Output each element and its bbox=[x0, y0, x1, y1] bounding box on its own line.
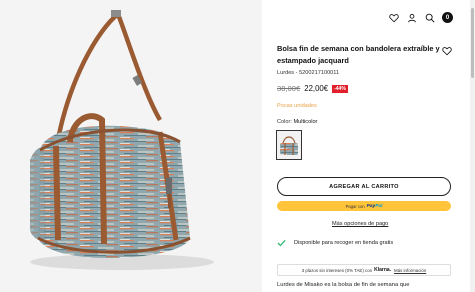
product-image-bag bbox=[30, 10, 214, 270]
product-image-pane[interactable] bbox=[0, 0, 262, 292]
price-row: 38,00€ 22,00€ -44% bbox=[277, 84, 348, 93]
paypal-logo-pay: Pay bbox=[366, 203, 376, 209]
color-label: Color: Multicolor bbox=[277, 119, 317, 125]
paypal-logo-pal: Pal bbox=[375, 203, 383, 209]
header-icons: 0 bbox=[388, 12, 453, 23]
add-to-cart-button[interactable]: AGREGAR AL CARRITO bbox=[277, 177, 451, 196]
color-label-text: Color: bbox=[277, 119, 292, 125]
product-reference: Lurdes - 5200217100011 bbox=[277, 70, 340, 76]
klarna-installments-box: 3 plazos sin intereses (0% TAE) con Klar… bbox=[277, 264, 451, 276]
wishlist-icon[interactable] bbox=[388, 12, 399, 23]
pickup-text: Disponible para recoger en tienda gratis bbox=[294, 240, 394, 246]
store-pickup-row: Disponible para recoger en tienda gratis bbox=[277, 239, 393, 247]
discount-badge: -44% bbox=[332, 84, 348, 93]
cart-count: 0 bbox=[445, 14, 450, 21]
check-icon bbox=[277, 239, 286, 247]
more-payment-options-link[interactable]: Más opciones de pago bbox=[332, 221, 388, 227]
klarna-text: 3 plazos sin intereses (0% TAE) con bbox=[301, 267, 373, 273]
klarna-info-link[interactable]: Más información bbox=[394, 268, 426, 273]
color-swatch-multicolor[interactable] bbox=[276, 130, 302, 160]
old-price: 38,00€ bbox=[277, 84, 301, 93]
product-title: Bolsa fin de semana con bandolera extraí… bbox=[277, 44, 440, 65]
paypal-button[interactable]: Pagar con PayPal bbox=[277, 201, 451, 211]
swatch-bag-thumbnail bbox=[280, 136, 298, 155]
paypal-prefix: Pagar con bbox=[345, 203, 365, 209]
scrollbar[interactable] bbox=[470, 0, 475, 292]
stock-status: Pocas unidades bbox=[277, 103, 317, 109]
paypal-logo: PayPal bbox=[367, 204, 383, 209]
product-info-pane: 0 Bolsa fin de semana con bandolera extr… bbox=[262, 0, 475, 292]
user-icon[interactable] bbox=[406, 12, 417, 23]
cart-icon[interactable]: 0 bbox=[442, 12, 453, 23]
klarna-logo: Klarna. bbox=[374, 267, 392, 273]
scrollbar-thumb[interactable] bbox=[471, 8, 474, 78]
product-description: Lurdes de Misako es la bolsa de fin de s… bbox=[277, 282, 410, 288]
sale-price: 22,00€ bbox=[304, 84, 329, 93]
search-icon[interactable] bbox=[424, 12, 435, 23]
add-to-wishlist-icon[interactable] bbox=[442, 43, 452, 56]
color-value: Multicolor bbox=[293, 119, 318, 125]
